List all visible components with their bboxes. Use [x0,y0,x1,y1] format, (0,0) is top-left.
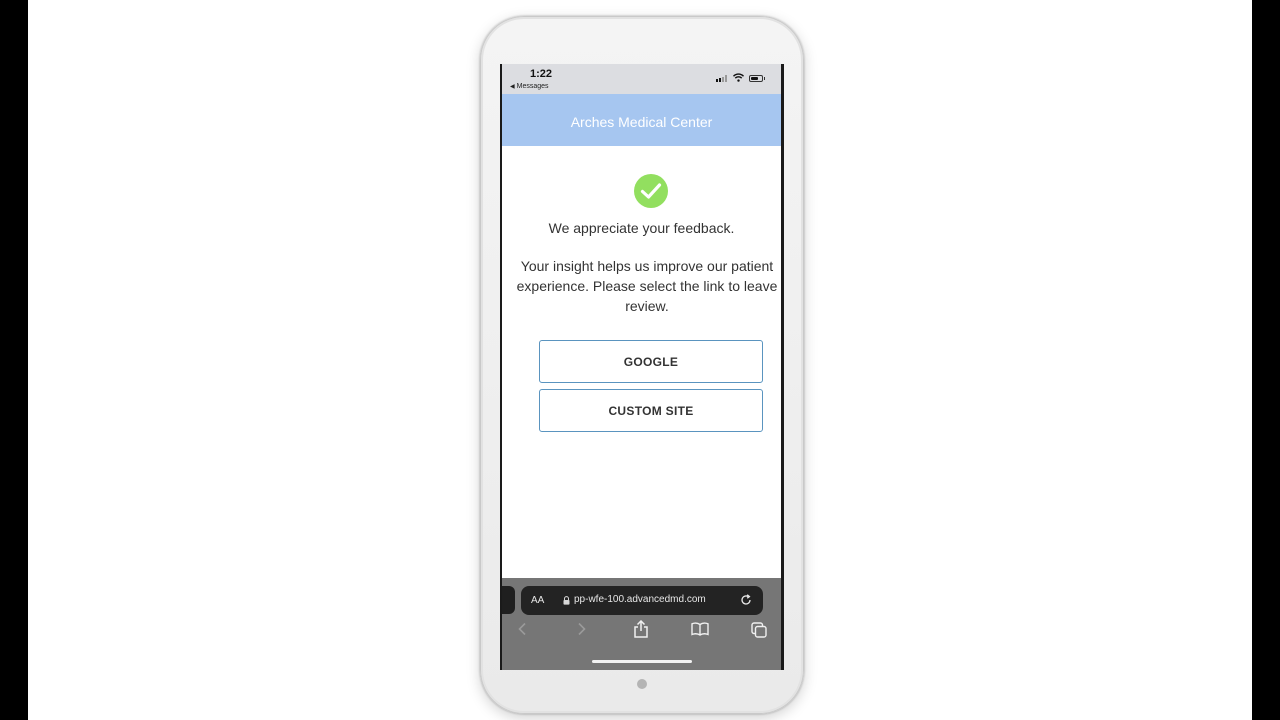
custom-site-review-button[interactable]: CUSTOM SITE [539,389,763,432]
check-icon [634,174,668,208]
reload-icon[interactable] [740,594,752,606]
lock-icon [563,596,570,605]
url-text[interactable]: pp-wfe-100.advancedmd.com [574,594,706,605]
browser-toolbar: AA pp-wfe-100.advancedmd.com [502,578,781,670]
clinic-header: Arches Medical Center [502,94,781,146]
review-prompt: Your insight helps us improve our patien… [516,258,778,314]
phone-screen: 1:22 ◀ Messages Arches Medical Center We … [500,64,784,670]
battery-icon [749,75,765,82]
tabs-icon[interactable] [751,622,767,638]
share-icon[interactable] [633,620,649,638]
address-bar[interactable]: AA pp-wfe-100.advancedmd.com [521,586,763,615]
back-to-messages[interactable]: ◀ Messages [510,83,549,90]
status-bar: 1:22 ◀ Messages [502,64,781,94]
home-button[interactable] [637,679,647,689]
back-triangle-icon: ◀ [510,84,515,90]
home-indicator[interactable] [592,660,692,663]
status-time: 1:22 [530,68,553,80]
clinic-name: Arches Medical Center [570,114,713,130]
signal-icon [716,75,727,82]
back-icon[interactable] [517,622,527,636]
google-review-button[interactable]: GOOGLE [539,340,763,383]
thanks-heading: We appreciate your feedback. [548,220,735,236]
bookmarks-icon[interactable] [691,622,709,636]
forward-icon[interactable] [577,622,587,636]
previous-tab-peek[interactable] [502,586,515,614]
back-label: Messages [516,83,549,90]
wifi-icon [733,73,744,82]
text-size-button[interactable]: AA [531,595,544,606]
